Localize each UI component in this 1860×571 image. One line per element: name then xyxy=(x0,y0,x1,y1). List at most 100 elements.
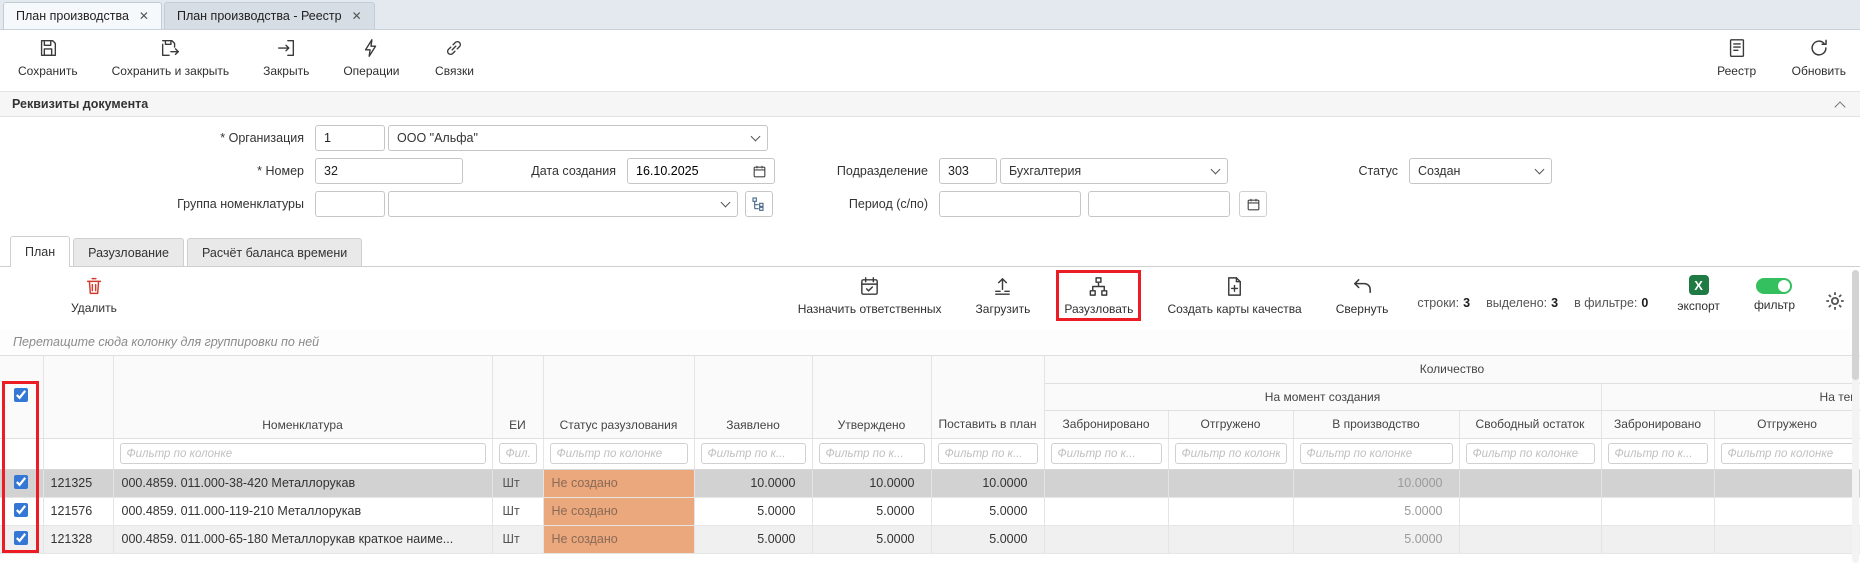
explode-button[interactable]: Разузловать xyxy=(1059,273,1138,318)
unit-column-header[interactable]: ЕИ xyxy=(492,356,543,438)
filter-put-in-plan-input[interactable] xyxy=(938,443,1038,464)
cell-free-balance[interactable] xyxy=(1459,497,1601,525)
nomenclature-group-code-input[interactable] xyxy=(315,191,385,217)
cell-nomenclature[interactable]: 000.4859. 011.000-119-210 Металлорукав xyxy=(113,497,492,525)
scrollbar-thumb[interactable] xyxy=(1852,270,1859,380)
delete-button[interactable]: Удалить xyxy=(66,273,122,317)
cell-reserved2[interactable] xyxy=(1601,497,1714,525)
period-from-input[interactable] xyxy=(939,191,1081,217)
filter-reserved-input[interactable] xyxy=(1051,443,1162,464)
cell-shipped[interactable] xyxy=(1168,525,1293,553)
cell-declared[interactable]: 5.0000 xyxy=(694,497,812,525)
cell-explode-status[interactable]: Не создано xyxy=(543,469,694,497)
cell-unit[interactable]: Шт xyxy=(492,497,543,525)
cell-shipped2[interactable] xyxy=(1714,469,1860,497)
cell-free-balance[interactable] xyxy=(1459,469,1601,497)
create-quality-cards-button[interactable]: Создать карты качества xyxy=(1162,273,1306,318)
registry-button[interactable]: Реестр xyxy=(1716,37,1758,78)
collapse-button[interactable]: Свернуть xyxy=(1331,273,1394,318)
tab-plan[interactable]: План xyxy=(10,236,70,267)
cell-unit[interactable]: Шт xyxy=(492,469,543,497)
filter-shipped2-input[interactable] xyxy=(1721,443,1854,464)
cell-id[interactable]: 121325 xyxy=(43,469,113,497)
put-in-plan-column-header[interactable]: Поставить в план xyxy=(931,356,1044,438)
assign-responsible-button[interactable]: Назначить ответственных xyxy=(793,273,947,318)
cell-declared[interactable]: 10.0000 xyxy=(694,469,812,497)
row-checkbox[interactable] xyxy=(14,475,28,489)
cell-approved[interactable]: 5.0000 xyxy=(812,525,931,553)
cell-nomenclature[interactable]: 000.4859. 011.000-65-180 Металлорукав кр… xyxy=(113,525,492,553)
creation-date-input[interactable] xyxy=(630,160,752,182)
filter-status-input[interactable] xyxy=(550,443,688,464)
cell-shipped[interactable] xyxy=(1168,497,1293,525)
toggle-on-icon[interactable] xyxy=(1756,278,1792,294)
cell-approved[interactable]: 10.0000 xyxy=(812,469,931,497)
in-production-column-header[interactable]: В производство xyxy=(1293,410,1459,438)
window-tab-registry[interactable]: План производства - Реестр ✕ xyxy=(164,2,375,29)
links-button[interactable]: Связки xyxy=(433,37,475,78)
period-calendar-button[interactable] xyxy=(1239,191,1267,217)
row-checkbox[interactable] xyxy=(14,531,28,545)
tab-explode[interactable]: Разузлование xyxy=(73,238,184,266)
declared-column-header[interactable]: Заявлено xyxy=(694,356,812,438)
cell-declared[interactable]: 5.0000 xyxy=(694,525,812,553)
cell-reserved2[interactable] xyxy=(1601,469,1714,497)
number-input[interactable] xyxy=(315,158,463,184)
cell-explode-status[interactable]: Не создано xyxy=(543,525,694,553)
cell-put-in-plan[interactable]: 5.0000 xyxy=(931,525,1044,553)
cell-approved[interactable]: 5.0000 xyxy=(812,497,931,525)
status-combobox[interactable]: Создан xyxy=(1409,158,1552,184)
explode-status-column-header[interactable]: Статус разузлования xyxy=(543,356,694,438)
cell-explode-status[interactable]: Не создано xyxy=(543,497,694,525)
cell-put-in-plan[interactable]: 5.0000 xyxy=(931,497,1044,525)
filter-declared-input[interactable] xyxy=(701,443,806,464)
select-all-checkbox[interactable] xyxy=(14,388,28,402)
table-row[interactable]: 121325 000.4859. 011.000-38-420 Металлор… xyxy=(0,469,1860,497)
cell-id[interactable]: 121328 xyxy=(43,525,113,553)
save-button[interactable]: Сохранить xyxy=(18,37,78,78)
load-button[interactable]: Загрузить xyxy=(971,273,1036,318)
filter-shipped-input[interactable] xyxy=(1175,443,1287,464)
table-row[interactable]: 121328 000.4859. 011.000-65-180 Металлор… xyxy=(0,525,1860,553)
nomenclature-group-combobox[interactable] xyxy=(388,191,738,217)
cell-reserved[interactable] xyxy=(1044,469,1168,497)
table-row[interactable]: 121576 000.4859. 011.000-119-210 Металло… xyxy=(0,497,1860,525)
cell-put-in-plan[interactable]: 10.0000 xyxy=(931,469,1044,497)
reserved-column-header[interactable]: Забронировано xyxy=(1044,410,1168,438)
save-and-close-button[interactable]: Сохранить и закрыть xyxy=(112,37,229,78)
refresh-button[interactable]: Обновить xyxy=(1792,37,1846,78)
cell-reserved[interactable] xyxy=(1044,525,1168,553)
calendar-icon[interactable] xyxy=(752,164,767,179)
cell-in-production[interactable]: 5.0000 xyxy=(1293,525,1459,553)
filter-free-balance-input[interactable] xyxy=(1466,443,1595,464)
filter-nomenclature-input[interactable] xyxy=(120,443,486,464)
id-column-header[interactable] xyxy=(43,356,113,438)
filter-reserved2-input[interactable] xyxy=(1608,443,1708,464)
grid-settings-button[interactable] xyxy=(1824,290,1846,312)
window-tab-plan[interactable]: План производства ✕ xyxy=(3,2,162,29)
creation-date-field[interactable] xyxy=(627,158,775,184)
nomenclature-column-header[interactable]: Номенклатура xyxy=(113,356,492,438)
close-button[interactable]: Закрыть xyxy=(263,37,309,78)
cell-in-production[interactable]: 10.0000 xyxy=(1293,469,1459,497)
row-checkbox[interactable] xyxy=(14,503,28,517)
close-tab-icon[interactable]: ✕ xyxy=(352,9,362,23)
cell-in-production[interactable]: 5.0000 xyxy=(1293,497,1459,525)
cell-reserved2[interactable] xyxy=(1601,525,1714,553)
tab-time-balance[interactable]: Расчёт баланса времени xyxy=(187,238,362,266)
cell-id[interactable]: 121576 xyxy=(43,497,113,525)
shipped-column-header[interactable]: Отгружено xyxy=(1168,410,1293,438)
cell-free-balance[interactable] xyxy=(1459,525,1601,553)
department-code-input[interactable] xyxy=(939,158,997,184)
operations-button[interactable]: Операции xyxy=(343,37,399,78)
vertical-scrollbar[interactable] xyxy=(1852,270,1859,563)
cell-nomenclature[interactable]: 000.4859. 011.000-38-420 Металлорукав xyxy=(113,469,492,497)
filter-in-production-input[interactable] xyxy=(1300,443,1453,464)
filter-toggle-button[interactable]: фильтр xyxy=(1749,273,1800,314)
shipped2-column-header[interactable]: Отгружено xyxy=(1714,410,1860,438)
close-tab-icon[interactable]: ✕ xyxy=(139,9,149,23)
cell-shipped2[interactable] xyxy=(1714,497,1860,525)
free-balance-column-header[interactable]: Свободный остаток xyxy=(1459,410,1601,438)
filter-unit-input[interactable] xyxy=(499,443,537,464)
approved-column-header[interactable]: Утверждено xyxy=(812,356,931,438)
